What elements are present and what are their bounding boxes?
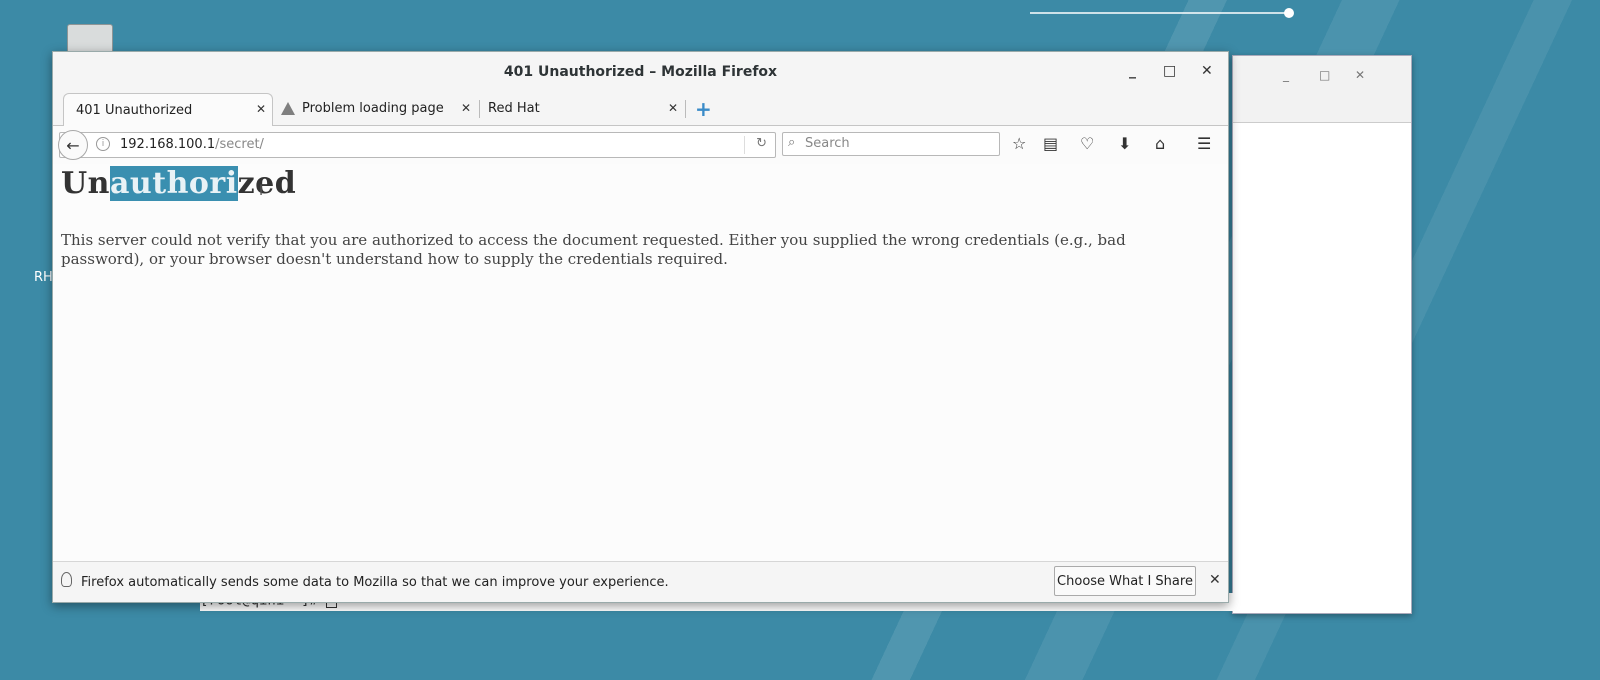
window-title: 401 Unauthorized – Mozilla Firefox [503,64,778,80]
url-separator [744,136,745,154]
search-icon: ⌕ [788,135,796,150]
heading-part: zed [237,166,297,201]
home-icon[interactable]: ⌂ [1155,134,1165,153]
background-window[interactable]: _ □ ✕ [1232,55,1412,614]
tab-401-unauthorized[interactable]: 401 Unauthorized ✕ [63,93,273,126]
star-icon[interactable]: ☆ [1012,134,1026,153]
reload-icon[interactable]: ↻ [756,136,767,151]
page-body-text: This server could not verify that you ar… [61,231,1126,268]
firefox-window[interactable]: 401 Unauthorized – Mozilla Firefox _ □ ✕… [52,51,1229,603]
tab-problem-loading-page[interactable]: Problem loading page ✕ [269,93,477,124]
search-input[interactable]: ⌕ Search [782,132,1000,156]
tab-label: 401 Unauthorized [76,102,193,118]
site-info-icon[interactable]: i [96,137,110,151]
tab-label: Red Hat [488,101,540,116]
url-text[interactable]: 192.168.100.1/secret/ [120,137,264,152]
tab-close-icon[interactable]: ✕ [461,101,471,115]
text-cursor-icon: I [259,183,264,199]
data-notification-bar: Firefox automatically sends some data to… [53,561,1228,602]
desktop-swoosh-dot [1284,8,1294,18]
url-path: /secret/ [215,137,264,152]
reading-list-icon[interactable]: ▤ [1043,134,1058,153]
new-tab-button[interactable]: + [695,97,712,121]
choose-what-i-share-button[interactable]: Choose What I Share [1054,566,1196,596]
home-folder-icon[interactable] [67,24,113,54]
background-window-titlebar[interactable]: _ □ ✕ [1233,56,1411,123]
lightbulb-icon [61,572,72,587]
desktop-icon-label[interactable]: RH [34,270,53,285]
notification-text: Firefox automatically sends some data to… [81,575,669,590]
tab-close-icon[interactable]: ✕ [256,102,266,116]
heading-part: Un [61,166,110,201]
tab-close-icon[interactable]: ✕ [668,101,678,115]
notification-close-icon[interactable]: ✕ [1209,572,1221,588]
warning-icon [281,102,295,115]
url-bar[interactable]: ← i 192.168.100.1/secret/ ↻ [58,130,776,160]
tab-strip: 401 Unauthorized ✕ Problem loading page … [53,92,1228,126]
background-maximize-button[interactable]: □ [1319,68,1330,82]
close-button[interactable]: ✕ [1201,63,1213,79]
url-host: 192.168.100.1 [120,137,216,152]
minimize-button[interactable]: _ [1129,63,1136,79]
heading-selection: authori [109,166,238,201]
tab-red-hat[interactable]: Red Hat ✕ [476,93,684,124]
menu-icon[interactable]: ☰ [1197,134,1211,153]
background-close-button[interactable]: ✕ [1355,68,1365,82]
window-titlebar[interactable]: 401 Unauthorized – Mozilla Firefox _ □ ✕ [53,52,1228,92]
maximize-button[interactable]: □ [1163,63,1176,79]
tab-label: Problem loading page [302,101,444,116]
navigation-toolbar: ← i 192.168.100.1/secret/ ↻ ⌕ Search ☆ ▤… [53,126,1228,165]
pocket-icon[interactable]: ♡ [1080,134,1094,153]
tab-separator [685,100,686,118]
desktop-swoosh [1030,12,1292,14]
background-minimize-button[interactable]: _ [1283,68,1289,82]
back-button[interactable]: ← [58,130,88,160]
page-content[interactable]: Unauthorized This server could not verif… [53,164,1228,562]
search-placeholder: Search [805,136,850,151]
download-icon[interactable]: ⬇ [1118,134,1131,153]
